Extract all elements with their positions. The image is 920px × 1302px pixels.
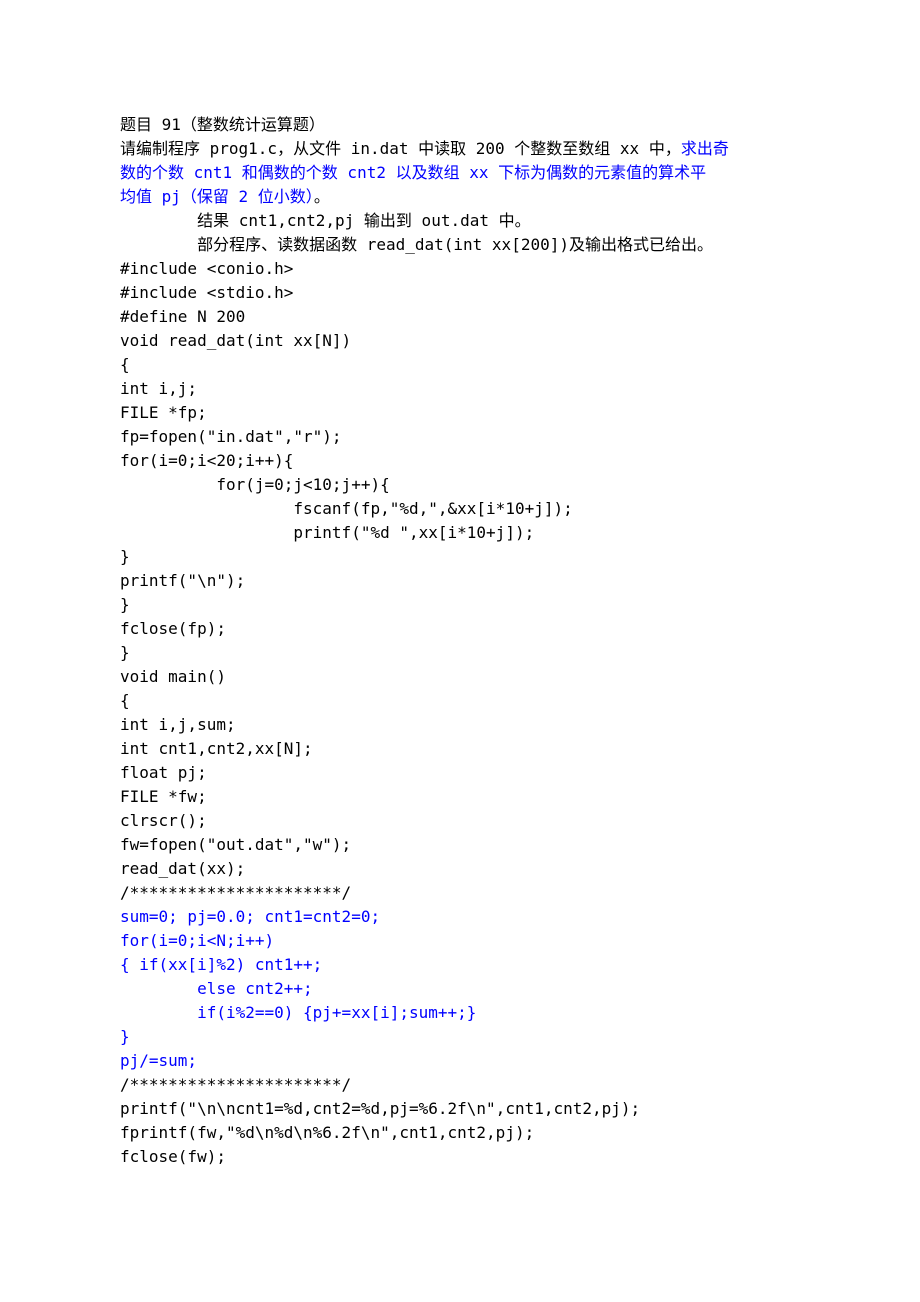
text-segment: fclose(fw); bbox=[120, 1147, 226, 1166]
text-segment: void read_dat(int xx[N]) bbox=[120, 331, 351, 350]
code-line: } bbox=[120, 593, 800, 617]
text-segment: for(i=0;i<N;i++) bbox=[120, 931, 274, 950]
code-line: 请编制程序 prog1.c，从文件 in.dat 中读取 200 个整数至数组 … bbox=[120, 137, 800, 161]
text-segment: { if(xx[i]%2) cnt1++; bbox=[120, 955, 322, 974]
code-line: for(i=0;i<20;i++){ bbox=[120, 449, 800, 473]
document-page: 题目 91（整数统计运算题） 请编制程序 prog1.c，从文件 in.dat 中… bbox=[0, 0, 920, 1302]
code-line: 数的个数 cnt1 和偶数的个数 cnt2 以及数组 xx 下标为偶数的元素值的… bbox=[120, 161, 800, 185]
code-line: pj/=sum; bbox=[120, 1049, 800, 1073]
text-segment: 题目 91（整数统计运算题） bbox=[120, 115, 325, 134]
code-line: void read_dat(int xx[N]) bbox=[120, 329, 800, 353]
text-segment: /**********************/ bbox=[120, 883, 351, 902]
code-line: 结果 cnt1,cnt2,pj 输出到 out.dat 中。 bbox=[120, 209, 800, 233]
text-segment: /**********************/ bbox=[120, 1075, 351, 1094]
code-line: /**********************/ bbox=[120, 881, 800, 905]
text-segment: printf("\n\ncnt1=%d,cnt2=%d,pj=%6.2f\n",… bbox=[120, 1099, 640, 1118]
code-line: 部分程序、读数据函数 read_dat(int xx[200])及输出格式已给出… bbox=[120, 233, 800, 257]
text-segment: fscanf(fp,"%d,",&xx[i*10+j]); bbox=[120, 499, 573, 518]
code-line: FILE *fp; bbox=[120, 401, 800, 425]
text-segment: printf("\n"); bbox=[120, 571, 245, 590]
code-line: /**********************/ bbox=[120, 1073, 800, 1097]
text-segment: pj/=sum; bbox=[120, 1051, 197, 1070]
text-segment: fp=fopen("in.dat","r"); bbox=[120, 427, 342, 446]
text-segment: int i,j,sum; bbox=[120, 715, 236, 734]
code-line: for(j=0;j<10;j++){ bbox=[120, 473, 800, 497]
code-line: fw=fopen("out.dat","w"); bbox=[120, 833, 800, 857]
text-segment: sum=0; pj=0.0; cnt1=cnt2=0; bbox=[120, 907, 380, 926]
code-line: #define N 200 bbox=[120, 305, 800, 329]
text-segment: #define N 200 bbox=[120, 307, 245, 326]
code-line: printf("\n"); bbox=[120, 569, 800, 593]
text-segment: } bbox=[120, 547, 130, 566]
text-segment: fprintf(fw,"%d\n%d\n%6.2f\n",cnt1,cnt2,p… bbox=[120, 1123, 534, 1142]
code-line: } bbox=[120, 641, 800, 665]
code-line: int cnt1,cnt2,xx[N]; bbox=[120, 737, 800, 761]
text-segment: FILE *fw; bbox=[120, 787, 207, 806]
code-line: sum=0; pj=0.0; cnt1=cnt2=0; bbox=[120, 905, 800, 929]
text-segment: 。 bbox=[314, 187, 330, 206]
text-segment: printf("%d ",xx[i*10+j]); bbox=[120, 523, 534, 542]
text-segment: for(j=0;j<10;j++){ bbox=[120, 475, 390, 494]
code-line: #include <conio.h> bbox=[120, 257, 800, 281]
code-line: } bbox=[120, 1025, 800, 1049]
code-line: if(i%2==0) {pj+=xx[i];sum++;} bbox=[120, 1001, 800, 1025]
text-segment: 请编制程序 prog1.c，从文件 in.dat 中读取 200 个整数至数组 … bbox=[120, 139, 681, 158]
text-segment: 均值 pj（保留 2 位小数） bbox=[120, 187, 314, 206]
text-segment: fw=fopen("out.dat","w"); bbox=[120, 835, 351, 854]
text-segment: float pj; bbox=[120, 763, 207, 782]
code-line: void main() bbox=[120, 665, 800, 689]
text-segment: void main() bbox=[120, 667, 226, 686]
code-line: { bbox=[120, 689, 800, 713]
code-line: int i,j,sum; bbox=[120, 713, 800, 737]
code-line: read_dat(xx); bbox=[120, 857, 800, 881]
text-segment: } bbox=[120, 1027, 130, 1046]
code-line: fclose(fp); bbox=[120, 617, 800, 641]
text-segment: else cnt2++; bbox=[120, 979, 313, 998]
code-line: fp=fopen("in.dat","r"); bbox=[120, 425, 800, 449]
text-segment: 结果 cnt1,cnt2,pj 输出到 out.dat 中。 bbox=[120, 211, 531, 230]
code-line: printf("%d ",xx[i*10+j]); bbox=[120, 521, 800, 545]
code-line: float pj; bbox=[120, 761, 800, 785]
text-segment: #include <conio.h> bbox=[120, 259, 293, 278]
code-line: printf("\n\ncnt1=%d,cnt2=%d,pj=%6.2f\n",… bbox=[120, 1097, 800, 1121]
text-segment: int i,j; bbox=[120, 379, 197, 398]
code-line: fscanf(fp,"%d,",&xx[i*10+j]); bbox=[120, 497, 800, 521]
text-segment: } bbox=[120, 595, 130, 614]
text-segment: 求出奇 bbox=[681, 139, 729, 158]
text-segment: int cnt1,cnt2,xx[N]; bbox=[120, 739, 313, 758]
text-segment: 数的个数 cnt1 和偶数的个数 cnt2 以及数组 xx 下标为偶数的元素值的… bbox=[120, 163, 706, 182]
text-segment: for(i=0;i<20;i++){ bbox=[120, 451, 293, 470]
code-line: int i,j; bbox=[120, 377, 800, 401]
text-segment: read_dat(xx); bbox=[120, 859, 245, 878]
text-segment: 部分程序、读数据函数 read_dat(int xx[200])及输出格式已给出… bbox=[120, 235, 713, 254]
code-line: else cnt2++; bbox=[120, 977, 800, 1001]
text-segment: FILE *fp; bbox=[120, 403, 207, 422]
code-line: 题目 91（整数统计运算题） bbox=[120, 113, 800, 137]
text-segment: } bbox=[120, 643, 130, 662]
text-segment: if(i%2==0) {pj+=xx[i];sum++;} bbox=[120, 1003, 476, 1022]
text-segment: #include <stdio.h> bbox=[120, 283, 293, 302]
code-line: #include <stdio.h> bbox=[120, 281, 800, 305]
code-line: for(i=0;i<N;i++) bbox=[120, 929, 800, 953]
code-line: } bbox=[120, 545, 800, 569]
code-line: FILE *fw; bbox=[120, 785, 800, 809]
text-segment: fclose(fp); bbox=[120, 619, 226, 638]
code-line: { bbox=[120, 353, 800, 377]
text-segment: { bbox=[120, 691, 130, 710]
code-line: clrscr(); bbox=[120, 809, 800, 833]
code-line: fclose(fw); bbox=[120, 1145, 800, 1169]
code-line: 均值 pj（保留 2 位小数）。 bbox=[120, 185, 800, 209]
code-listing: 题目 91（整数统计运算题） 请编制程序 prog1.c，从文件 in.dat 中… bbox=[120, 113, 800, 1169]
text-segment: clrscr(); bbox=[120, 811, 207, 830]
text-segment: { bbox=[120, 355, 130, 374]
code-line: { if(xx[i]%2) cnt1++; bbox=[120, 953, 800, 977]
code-line: fprintf(fw,"%d\n%d\n%6.2f\n",cnt1,cnt2,p… bbox=[120, 1121, 800, 1145]
